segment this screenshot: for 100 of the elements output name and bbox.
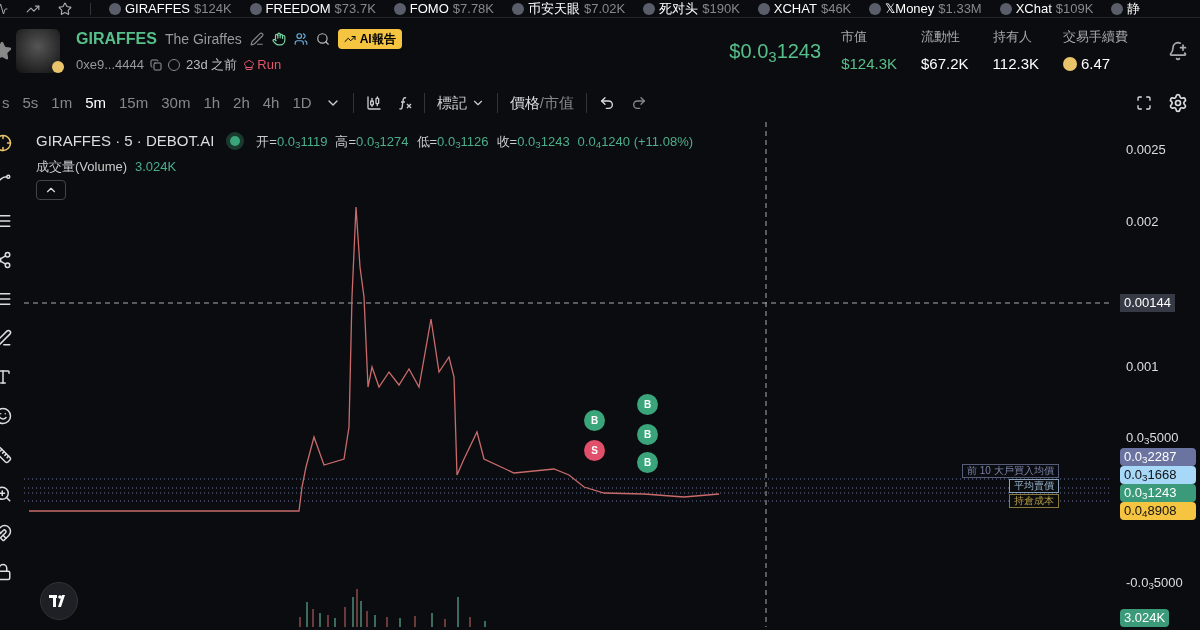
token-icon [869, 2, 882, 15]
hat-icon [243, 59, 256, 71]
ticker-value: $7.02K [584, 0, 626, 17]
timeframe-tab[interactable]: 4h [262, 91, 280, 115]
axis-tick: 0.001 [1126, 360, 1159, 373]
volume-tag: 3.024K [1120, 609, 1170, 627]
level-label: 前 10 大戶買入均價 [962, 464, 1059, 478]
buy-marker[interactable]: B [637, 394, 658, 415]
marks-dropdown[interactable]: 標記 [436, 91, 485, 115]
ohlc-value: 低=0.0$_{3}$1126 [416, 132, 489, 151]
chart-title: GIRAFFES · 5 · DEBOT.AI [36, 131, 215, 151]
ticker-item[interactable]: 币安天眼 [528, 0, 580, 17]
platform-link[interactable]: Run [257, 55, 282, 75]
token-symbol: GIRAFFES [76, 29, 157, 50]
price-tag: 0.0$_{4}$8908 [1120, 502, 1196, 520]
ticker-item[interactable]: GIRAFFES [125, 0, 190, 17]
token-name: The Giraffes [164, 29, 242, 49]
token-price: $0.0$_{3}$1243 [729, 39, 822, 66]
ticker-value: $124K [194, 0, 232, 17]
token-icon [643, 2, 656, 15]
ohlc-value: 高=0.0$_{3}$1274 [335, 132, 409, 151]
search-icon[interactable] [315, 32, 330, 47]
ticker-item[interactable]: XChat [1015, 0, 1052, 17]
timeframe-tab[interactable]: 30m [161, 91, 191, 115]
coin-icon [1063, 56, 1077, 71]
ticker-item[interactable]: 𝕏Money [885, 0, 935, 17]
volume-value: 3.024K [135, 158, 177, 176]
timeframe-tab[interactable]: 5s [22, 91, 39, 115]
sell-marker[interactable]: S [584, 440, 605, 461]
ticker-item[interactable]: XCHAT [773, 0, 817, 17]
timeframe-tab[interactable]: 15m [119, 91, 149, 115]
ticker-value: $7.78K [452, 0, 494, 17]
level-label: 持倉成本 [1008, 494, 1059, 508]
edit-icon[interactable] [249, 32, 264, 47]
token-icon [999, 2, 1012, 15]
ai-report-button[interactable]: AI報告 [337, 29, 402, 50]
stat-label: 交易手續費 [1063, 28, 1128, 46]
volume-label: 成交量(Volume) [36, 158, 128, 176]
undo-icon[interactable] [598, 95, 615, 111]
candlestick-icon[interactable] [365, 95, 382, 111]
stat-value: 6.47 [1081, 53, 1111, 74]
avatar [16, 29, 60, 73]
price-change: 0.0$_{4}$1240 (+11.08%) [577, 132, 694, 151]
ohlc-value: 收=0.0$_{3}$1243 [496, 132, 570, 151]
timeframe-tab[interactable]: s [2, 91, 10, 115]
ticker-item[interactable]: 静 [1127, 0, 1141, 17]
buy-marker[interactable]: B [637, 452, 658, 473]
timeframe-tab[interactable]: 1D [292, 91, 312, 115]
buy-marker[interactable]: B [637, 424, 658, 445]
timeframe-tab[interactable]: 1h [203, 91, 221, 115]
price-tag: 0.0$_{3}$1243 [1120, 484, 1196, 502]
ticker-value: $109K [1055, 0, 1094, 17]
fullscreen-icon[interactable] [1136, 95, 1152, 111]
alert-icon[interactable] [1168, 41, 1188, 61]
ohlc-value: 开=0.0$_{3}$1119 [256, 132, 328, 151]
timeframe-tab[interactable]: 1m [51, 91, 73, 115]
ticker-item[interactable]: 死对头 [659, 0, 699, 17]
slash-separator: / [539, 92, 544, 113]
contract-address: 0xe9...4444 [76, 56, 144, 75]
price-mode-toggle[interactable]: 市值 [543, 91, 574, 115]
price-tag: 0.0$_{3}$2287 [1120, 448, 1196, 466]
token-icon [512, 2, 524, 15]
axis-tick: 0.0025 [1126, 143, 1166, 156]
copy-icon[interactable] [149, 59, 162, 71]
stat-label: 流動性 [921, 28, 961, 46]
stat-value: $67.2K [921, 53, 969, 74]
collapse-button[interactable] [36, 180, 66, 200]
people-icon[interactable] [293, 32, 308, 47]
ticker-value: $1.33M [938, 0, 982, 17]
axis-tick: 0.002 [1126, 215, 1159, 228]
token-age: 23d 之前 [185, 56, 238, 75]
stat-label: 持有人 [992, 28, 1033, 46]
pulse-icon[interactable] [0, 2, 8, 15]
redo-icon[interactable] [630, 95, 647, 111]
buy-marker[interactable]: B [584, 410, 605, 431]
timeframe-tab[interactable]: 2h [233, 91, 250, 115]
ticker-value: $73.7K [334, 0, 376, 17]
ticker-value: $190K [702, 0, 740, 17]
ticker-value: $46K [820, 0, 852, 17]
token-icon [249, 2, 262, 15]
price-mode-toggle[interactable]: 價格 [509, 91, 540, 115]
timeframe-tab[interactable]: 5m [85, 91, 107, 115]
crosshair-price-label: 0.00144 [1120, 294, 1175, 312]
token-icon [109, 2, 121, 15]
settings-icon[interactable] [1168, 93, 1188, 113]
function-icon[interactable] [397, 96, 412, 110]
price-tag: 0.0$_{3}$1668 [1120, 466, 1196, 484]
level-label: 平均賣價 [1008, 479, 1059, 493]
stat-value: $124.3K [841, 53, 897, 74]
star-icon[interactable] [58, 1, 72, 16]
ticker-item[interactable]: FREEDOM [265, 0, 331, 17]
stat-label: 市值 [841, 28, 869, 46]
axis-tick: -0.0$_{3}$5000 [1126, 576, 1183, 589]
token-icon [1111, 2, 1124, 15]
axis-tick: 0.0$_{3}$5000 [1126, 431, 1179, 444]
ticker-item[interactable]: FOMO [409, 0, 449, 17]
stat-value: 112.3K [992, 53, 1039, 74]
token-icon [757, 2, 770, 15]
hand-icon[interactable] [271, 32, 286, 47]
token-icon [393, 2, 406, 15]
